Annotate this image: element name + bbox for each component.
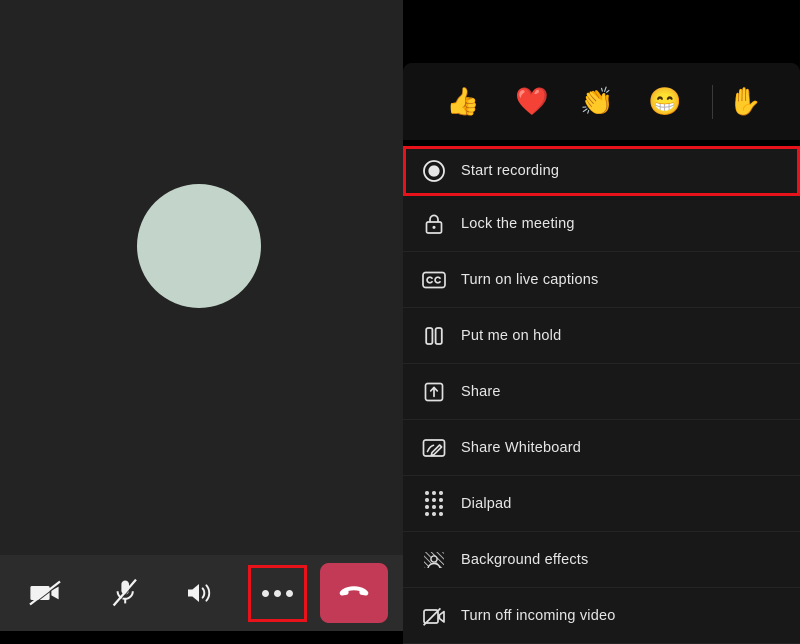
menu-list: Start recording Lock the meeting Turn on… (403, 140, 800, 644)
menu-item-share-whiteboard[interactable]: Share Whiteboard (403, 420, 800, 476)
lock-icon (419, 209, 449, 239)
background-effects-icon (419, 545, 449, 575)
hangup-phone-icon (337, 582, 371, 604)
menu-item-label: Share Whiteboard (461, 439, 582, 456)
menu-item-dialpad[interactable]: Dialpad (403, 476, 800, 532)
menu-item-label: Turn off incoming video (461, 607, 616, 624)
menu-item-label: Dialpad (461, 495, 512, 512)
hangup-button[interactable] (320, 563, 388, 623)
reaction-divider (712, 85, 713, 119)
applause-reaction[interactable]: 👏 (580, 88, 614, 115)
more-options-menu-panel: 👍 ❤️ 👏 😁 ✋ Start recording Lock the meet… (403, 0, 800, 644)
menu-item-background-effects[interactable]: Background effects (403, 532, 800, 588)
menu-item-label: Start recording (461, 163, 560, 179)
dialpad-icon (419, 489, 449, 519)
pause-hold-icon (419, 321, 449, 351)
record-icon (419, 156, 449, 186)
menu-item-put-me-on-hold[interactable]: Put me on hold (403, 308, 800, 364)
more-dots-icon (262, 590, 293, 597)
more-options-button[interactable] (248, 565, 307, 622)
camera-toggle-button[interactable] (16, 569, 76, 617)
thumbs-up-reaction[interactable]: 👍 (446, 88, 480, 115)
menu-item-label: Background effects (461, 551, 589, 568)
mic-muted-icon (111, 578, 139, 608)
raise-hand-reaction[interactable]: ✋ (728, 88, 762, 115)
menu-item-turn-on-live-captions[interactable]: Turn on live captions (403, 252, 800, 308)
camera-off-icon (29, 579, 63, 607)
microphone-toggle-button[interactable] (95, 569, 155, 617)
menu-item-label: Lock the meeting (461, 215, 575, 232)
reaction-bar: 👍 ❤️ 👏 😁 ✋ (403, 63, 800, 140)
menu-item-label: Turn on live captions (461, 271, 599, 288)
avatar (137, 184, 261, 308)
meeting-app-window: 👍 ❤️ 👏 😁 ✋ Start recording Lock the meet… (0, 0, 800, 644)
heart-reaction[interactable]: ❤️ (515, 88, 549, 115)
menu-item-lock-the-meeting[interactable]: Lock the meeting (403, 196, 800, 252)
menu-item-label: Put me on hold (461, 327, 562, 344)
closed-captions-icon (419, 265, 449, 295)
menu-item-turn-off-incoming-video[interactable]: Turn off incoming video (403, 588, 800, 644)
laugh-reaction[interactable]: 😁 (648, 88, 682, 115)
speaker-icon (185, 579, 217, 607)
whiteboard-icon (419, 433, 449, 463)
menu-item-share[interactable]: Share (403, 364, 800, 420)
video-off-incoming-icon (419, 601, 449, 631)
speaker-button[interactable] (172, 569, 230, 617)
menu-item-label: Share (461, 383, 501, 400)
call-controls-toolbar (0, 555, 403, 631)
share-screen-icon (419, 377, 449, 407)
menu-item-start-recording[interactable]: Start recording (403, 146, 800, 196)
video-stage (0, 0, 403, 631)
